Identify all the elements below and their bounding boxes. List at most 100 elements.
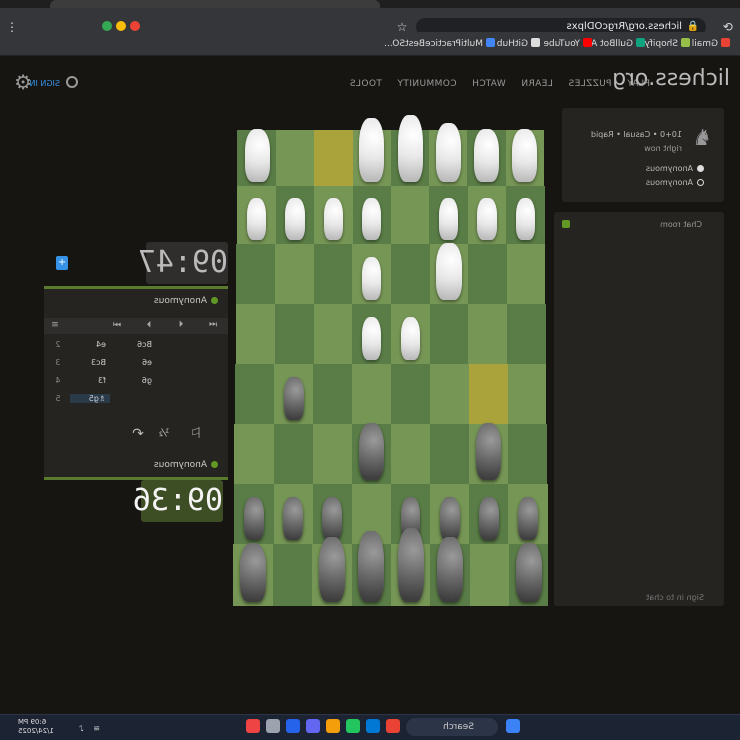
chat-toggle[interactable] <box>562 220 570 228</box>
white-pawn-icon[interactable] <box>247 198 267 240</box>
board-square[interactable] <box>314 130 353 186</box>
nav-learn[interactable]: LEARN <box>521 79 553 89</box>
black-pawn-icon[interactable] <box>283 496 303 540</box>
board-square[interactable] <box>507 424 547 484</box>
board-square[interactable] <box>467 244 507 304</box>
nav-watch[interactable]: WATCH <box>472 79 506 89</box>
board-square[interactable] <box>507 364 547 424</box>
taskbar-clock[interactable]: 6:09 PM 1/24/2025 <box>18 718 60 736</box>
black-knight-icon[interactable] <box>475 423 502 480</box>
white-move[interactable]: Bc3 <box>70 358 110 367</box>
folder-icon[interactable] <box>326 719 340 733</box>
white-pawn-icon[interactable] <box>362 198 382 240</box>
nav-community[interactable]: COMMUNITY <box>397 79 456 89</box>
board-square[interactable] <box>468 364 508 424</box>
volume-icon[interactable]: ♪ <box>79 724 84 733</box>
white-knight-icon[interactable] <box>436 243 462 300</box>
berserk-icon[interactable]: + <box>56 256 68 270</box>
bookmark-gullbot[interactable]: GullBot AI <box>588 36 645 52</box>
board-square[interactable] <box>467 304 508 364</box>
nav-tools[interactable]: TOOLS <box>349 79 381 89</box>
board-square[interactable] <box>390 364 430 424</box>
app-icon[interactable] <box>286 719 300 733</box>
bookmark-multipractice[interactable]: MultiPracticeBestSO... <box>384 36 495 52</box>
white-rook-icon[interactable] <box>512 128 538 182</box>
app-icon[interactable] <box>306 719 320 733</box>
board-square[interactable] <box>313 304 353 364</box>
board-square[interactable] <box>312 364 353 424</box>
board-square[interactable] <box>429 304 469 364</box>
bookmark-gmail[interactable]: Gmail <box>692 36 730 52</box>
app-icon[interactable] <box>266 719 280 733</box>
black-knight-icon[interactable] <box>358 423 385 480</box>
chrome-icon[interactable] <box>246 719 260 733</box>
black-rook-icon[interactable] <box>515 543 542 602</box>
white-pawn-icon[interactable] <box>439 198 459 240</box>
board-square[interactable] <box>506 304 546 364</box>
app-icon[interactable] <box>346 719 360 733</box>
app-icon[interactable] <box>386 719 400 733</box>
extension-icon[interactable] <box>130 21 140 31</box>
black-pawn-icon[interactable] <box>244 496 264 540</box>
board-square[interactable] <box>506 244 546 304</box>
black-bishop-icon[interactable] <box>319 536 346 602</box>
white-pawn-icon[interactable] <box>323 198 343 240</box>
extension-icon[interactable] <box>102 21 112 31</box>
last-move-icon[interactable]: ⏭ <box>110 320 124 330</box>
search-icon[interactable] <box>66 76 78 88</box>
resign-flag-icon[interactable]: ⚐ <box>186 426 206 442</box>
nav-play[interactable]: PLAY <box>627 79 650 89</box>
black-move[interactable]: g6 <box>116 376 156 385</box>
windows-start-icon[interactable] <box>506 719 520 733</box>
board-square[interactable] <box>429 364 469 424</box>
black-pawn-icon[interactable] <box>518 496 538 540</box>
bookmark-shopify[interactable]: Shopify <box>645 36 690 52</box>
black-pawn-icon[interactable] <box>322 496 343 540</box>
prev-move-icon[interactable]: ⏴ <box>174 320 188 330</box>
bookmark-youtube[interactable]: YouTube <box>543 36 592 52</box>
white-knight-icon[interactable] <box>474 128 500 182</box>
next-move-icon[interactable]: ⏵ <box>142 320 156 330</box>
board-square[interactable] <box>234 424 274 484</box>
black-pawn-icon[interactable] <box>479 496 499 540</box>
black-king-icon[interactable] <box>397 527 424 602</box>
board-square[interactable] <box>236 244 276 304</box>
board-square[interactable] <box>273 424 313 484</box>
white-pawn-icon[interactable] <box>285 198 305 240</box>
white-move-active[interactable]: ♗g5 <box>70 394 110 403</box>
white-move[interactable]: f3 <box>70 376 110 385</box>
board-square[interactable] <box>235 364 275 424</box>
signin-link[interactable]: SIGN IN <box>29 79 60 88</box>
white-queen-icon[interactable] <box>359 117 385 182</box>
white-bishop-icon[interactable] <box>435 123 461 182</box>
chess-board[interactable] <box>233 114 549 606</box>
board-square[interactable] <box>390 424 430 484</box>
board-square[interactable] <box>429 424 469 484</box>
menu-icon[interactable]: ≡ <box>48 320 62 330</box>
white-pawn-icon[interactable] <box>515 198 535 240</box>
black-bishop-icon[interactable] <box>436 536 463 602</box>
white-pawn-icon[interactable] <box>361 316 382 360</box>
wifi-icon[interactable]: ≋ <box>93 724 100 733</box>
taskbar-search[interactable]: Search <box>406 718 498 736</box>
black-queen-icon[interactable] <box>358 530 385 602</box>
draw-offer-icon[interactable]: ½ <box>154 426 174 439</box>
black-move[interactable]: Bc6 <box>116 340 156 349</box>
app-icon[interactable] <box>366 719 380 733</box>
board-square[interactable] <box>469 544 509 606</box>
board-square[interactable] <box>390 186 430 244</box>
takeback-icon[interactable]: ↶ <box>128 426 148 442</box>
board-square[interactable] <box>312 424 352 484</box>
board-square[interactable] <box>235 304 275 364</box>
white-king-icon[interactable] <box>397 114 423 182</box>
board-square[interactable] <box>274 244 314 304</box>
white-pawn-icon[interactable] <box>477 198 497 240</box>
bookmark-github[interactable]: GitHub <box>497 36 540 52</box>
board-square[interactable] <box>275 130 315 186</box>
board-square[interactable] <box>351 364 391 424</box>
gear-icon[interactable]: ⚙ <box>14 70 32 94</box>
black-pawn-icon[interactable] <box>439 496 460 540</box>
black-pawn-icon[interactable] <box>284 376 304 420</box>
board-square[interactable] <box>390 244 430 304</box>
active-tab[interactable] <box>50 0 380 8</box>
